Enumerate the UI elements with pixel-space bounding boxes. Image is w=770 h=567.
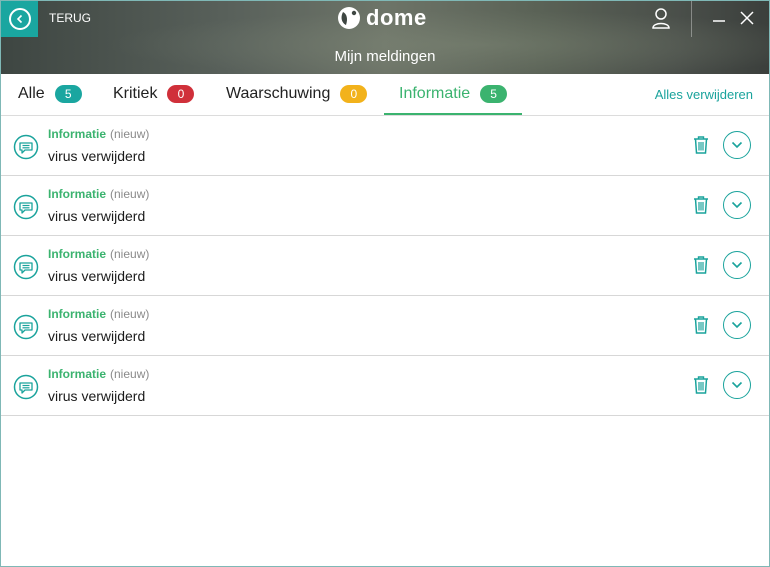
tab-kritiek[interactable]: Kritiek 0 (113, 74, 195, 114)
chevron-left-icon (8, 8, 31, 30)
trash-icon[interactable] (692, 315, 710, 340)
notification-message: virus verwijderd (48, 388, 146, 404)
back-button[interactable] (1, 1, 38, 37)
new-tag: (nieuw) (110, 367, 150, 381)
window-separator (691, 1, 692, 37)
tab-label: Alle (18, 85, 45, 102)
notification-category-line: Informatie (nieuw) (48, 307, 149, 321)
trash-icon[interactable] (692, 255, 710, 280)
expand-button[interactable] (723, 191, 751, 219)
logo-text: dome (366, 5, 427, 30)
notification-message: virus verwijderd (48, 328, 146, 344)
notification-category: Informatie (48, 247, 107, 261)
clear-all-link[interactable]: Alles verwijderen (655, 87, 753, 102)
new-tag: (nieuw) (110, 187, 150, 201)
tab-alle[interactable]: Alle 5 (18, 74, 82, 114)
close-icon[interactable] (736, 7, 758, 29)
count-badge: 0 (340, 85, 368, 103)
trash-icon[interactable] (692, 195, 710, 220)
chat-bubble-icon (13, 134, 39, 165)
panda-logo-icon (338, 7, 360, 29)
back-label[interactable]: TERUG (49, 11, 91, 25)
notification-message: virus verwijderd (48, 208, 146, 224)
chevron-down-icon (731, 261, 743, 269)
header: TERUG dome Mijn meldingen (1, 1, 769, 74)
chevron-down-icon (731, 321, 743, 329)
minimize-icon[interactable] (708, 7, 730, 29)
notification-message: virus verwijderd (48, 148, 146, 164)
count-badge: 5 (54, 85, 82, 103)
notification-row[interactable]: Informatie (nieuw) virus verwijderd (1, 236, 769, 296)
new-tag: (nieuw) (110, 127, 150, 141)
chevron-down-icon (731, 381, 743, 389)
chevron-down-icon (731, 141, 743, 149)
count-badge: 0 (167, 85, 195, 103)
count-badge: 5 (480, 85, 508, 103)
notification-category: Informatie (48, 367, 107, 381)
tab-informatie[interactable]: Informatie 5 (384, 74, 523, 115)
tab-label: Informatie (399, 85, 471, 102)
notification-category-line: Informatie (nieuw) (48, 367, 149, 381)
expand-button[interactable] (723, 371, 751, 399)
notification-category-line: Informatie (nieuw) (48, 127, 149, 141)
trash-icon[interactable] (692, 375, 710, 400)
trash-icon[interactable] (692, 135, 710, 160)
dome-logo: dome (337, 4, 427, 32)
notification-row[interactable]: Informatie (nieuw) virus verwijderd (1, 176, 769, 236)
page-title: Mijn meldingen (334, 48, 436, 65)
app-window: TERUG dome Mijn meldingen Alle 5 Kritiek (0, 0, 770, 567)
chat-bubble-icon (13, 374, 39, 405)
notification-category-line: Informatie (nieuw) (48, 247, 149, 261)
expand-button[interactable] (723, 311, 751, 339)
chat-bubble-icon (13, 314, 39, 345)
notification-category-line: Informatie (nieuw) (48, 187, 149, 201)
chat-bubble-icon (13, 194, 39, 225)
notification-category: Informatie (48, 127, 107, 141)
notification-message: virus verwijderd (48, 268, 146, 284)
user-icon[interactable] (651, 7, 671, 34)
tab-label: Waarschuwing (226, 85, 331, 102)
notification-row[interactable]: Informatie (nieuw) virus verwijderd (1, 356, 769, 416)
notification-row[interactable]: Informatie (nieuw) virus verwijderd (1, 296, 769, 356)
notification-category: Informatie (48, 307, 107, 321)
notification-list: Informatie (nieuw) virus verwijderd Info… (1, 116, 769, 416)
chevron-down-icon (731, 201, 743, 209)
expand-button[interactable] (723, 131, 751, 159)
tab-waarschuwing[interactable]: Waarschuwing 0 (226, 74, 368, 114)
new-tag: (nieuw) (110, 307, 150, 321)
new-tag: (nieuw) (110, 247, 150, 261)
notification-category: Informatie (48, 187, 107, 201)
chat-bubble-icon (13, 254, 39, 285)
active-tab-underline (384, 113, 523, 115)
expand-button[interactable] (723, 251, 751, 279)
filter-tabs: Alle 5 Kritiek 0 Waarschuwing 0 Informat… (1, 74, 769, 116)
notification-row[interactable]: Informatie (nieuw) virus verwijderd (1, 116, 769, 176)
tab-label: Kritiek (113, 85, 158, 102)
